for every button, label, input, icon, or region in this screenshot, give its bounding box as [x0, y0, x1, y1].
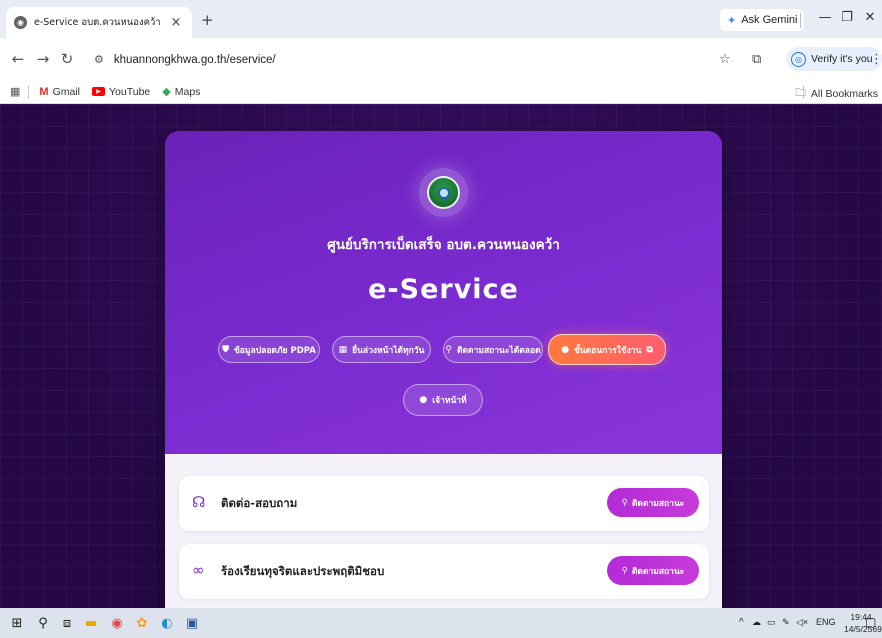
browser-toolbar: ← → ↻ ⚙ khuannongkhwa.go.th/eservice/ ☆ …	[0, 38, 882, 80]
photos-icon[interactable]: ✿	[133, 614, 151, 632]
chrome-icon[interactable]: ◉	[108, 614, 126, 632]
bookmark-gmail[interactable]: M Gmail	[39, 86, 80, 98]
browser-tab-bar: ◉ e-Service อบต.ควนหนองคว้า × + ✦ Ask Ge…	[0, 0, 882, 38]
youtube-icon: ▶	[92, 87, 105, 96]
address-bar[interactable]: ⚙ khuannongkhwa.go.th/eservice/	[84, 46, 724, 73]
external-link-icon: ⧉	[646, 344, 653, 355]
org-name: ศูนย์บริการเบ็ดเสร็จ อบต.ควนหนองคว้า	[327, 237, 560, 253]
all-bookmarks-label: All Bookmarks	[810, 88, 878, 100]
binoculars-icon: ∞	[192, 561, 205, 579]
separator	[800, 13, 801, 28]
org-seal-icon	[427, 176, 460, 209]
button-label: ติดตามสถานะ	[631, 498, 685, 509]
service-label: ร้องเรียนทุจริตและประพฤติมิชอบ	[221, 564, 385, 578]
service-list: ☊ ติดต่อ-สอบถาม ⚲ ติดตามสถานะ ∞ ร้องเรีย…	[165, 454, 722, 608]
ask-gemini-button[interactable]: ✦ Ask Gemini	[720, 9, 805, 31]
tab-title: e-Service อบต.ควนหนองคว้า	[34, 17, 161, 28]
menu-icon[interactable]: ⋮	[870, 52, 882, 67]
verify-label: Verify it's you	[811, 53, 873, 65]
file-explorer-icon[interactable]: ▬	[82, 614, 100, 632]
search-icon: ⚲	[621, 565, 628, 576]
minimize-icon[interactable]: —	[816, 10, 834, 25]
track-status-button[interactable]: ⚲ ติดตามสถานะ	[607, 488, 699, 517]
word-icon[interactable]: ▣	[183, 614, 201, 632]
chevron-up-icon[interactable]: ^	[739, 617, 744, 628]
page-viewport: ศูนย์บริการเบ็ดเสร็จ อบต.ควนหนองคว้า e-S…	[0, 104, 882, 608]
network-icon[interactable]: ▭	[767, 617, 776, 628]
restore-icon[interactable]: ❐	[838, 10, 856, 25]
windows-taskbar: ⊞ ⚲ ⧈ ▬ ◉ ✿ ◐ ▣ ^ ☁ ▭ ✎ ◁× ENG 19:44 14/…	[0, 608, 882, 638]
pill-label: ข้อมูลปลอดภัย PDPA	[233, 345, 316, 356]
list-item-complaint[interactable]: ∞ ร้องเรียนทุจริตและประพฤติมิชอบ ⚲ ติดตา…	[179, 544, 709, 599]
bookmark-maps[interactable]: ◆ Maps	[162, 85, 201, 99]
officer-login-button[interactable]: ● เจ้าหน้าที่	[403, 384, 483, 416]
calendar-icon: ▦	[338, 344, 348, 355]
close-window-icon[interactable]: ✕	[861, 10, 879, 25]
profile-icon: ◎	[791, 51, 806, 67]
back-icon[interactable]: ←	[9, 50, 27, 68]
new-tab-button[interactable]: +	[201, 11, 214, 29]
hero-section: ศูนย์บริการเบ็ดเสร็จ อบต.ควนหนองคว้า e-S…	[165, 131, 722, 454]
org-logo	[419, 168, 468, 217]
advance-submit-badge: ▦ ยื่นล่วงหน้าได้ทุกวัน	[332, 336, 431, 363]
bookmark-label: Gmail	[52, 85, 80, 98]
shield-icon: ⛊	[222, 344, 229, 355]
verify-button[interactable]: ◎ Verify it's you	[786, 47, 882, 71]
site-info-icon[interactable]: ⚙	[94, 53, 104, 66]
browser-tab[interactable]: ◉ e-Service อบต.ควนหนองคว้า ×	[6, 7, 192, 38]
separator	[28, 84, 30, 99]
bookmark-youtube[interactable]: ▶ YouTube	[92, 86, 150, 98]
play-icon: ●	[561, 344, 570, 355]
forward-icon[interactable]: →	[34, 50, 52, 68]
onedrive-icon[interactable]: ☁	[752, 617, 761, 628]
task-view-icon[interactable]: ⧈	[58, 614, 76, 632]
track-status-button[interactable]: ⚲ ติดตามสถานะ	[607, 556, 699, 585]
ask-gemini-label: Ask Gemini	[741, 14, 798, 26]
tracking-badge: ⚲ ติดตามสถานะได้ตลอด	[443, 336, 543, 363]
button-label: ติดตามสถานะ	[631, 566, 685, 577]
page-title: e-Service	[368, 274, 519, 305]
eservice-card: ศูนย์บริการเบ็ดเสร็จ อบต.ควนหนองคว้า e-S…	[165, 131, 722, 608]
globe-icon: ◉	[14, 16, 27, 29]
notifications-icon[interactable]: ▢	[865, 615, 876, 629]
gmail-icon: M	[39, 85, 49, 98]
gemini-sparkle-icon: ✦	[727, 14, 737, 27]
user-icon: ●	[419, 395, 428, 405]
bookmark-label: YouTube	[109, 85, 151, 98]
pdpa-badge: ⛊ ข้อมูลปลอดภัย PDPA	[218, 336, 320, 363]
bookmark-star-icon[interactable]: ☆	[719, 52, 731, 67]
lens-icon[interactable]: ⧉	[752, 52, 761, 67]
url-text: khuannongkhwa.go.th/eservice/	[113, 53, 276, 66]
list-item-contact[interactable]: ☊ ติดต่อ-สอบถาม ⚲ ติดตามสถานะ	[179, 476, 709, 531]
bookmark-label: Maps	[174, 85, 201, 98]
search-icon: ⚲	[621, 497, 628, 508]
language-indicator[interactable]: ENG	[816, 617, 836, 627]
search-icon[interactable]: ⚲	[34, 614, 52, 632]
pill-label: ติดตามสถานะได้ตลอด	[457, 345, 541, 356]
headset-icon: ☊	[192, 493, 206, 511]
officer-label: เจ้าหน้าที่	[432, 396, 467, 406]
apps-icon[interactable]: ▦	[10, 85, 20, 98]
search-icon: ⚲	[445, 344, 453, 355]
bookmarks-bar: ▦ M Gmail ▶ YouTube ◆ Maps 🗀 All Bookmar…	[0, 80, 882, 104]
pill-label: ยื่นล่วงหน้าได้ทุกวัน	[352, 345, 425, 356]
volume-icon[interactable]: ◁×	[796, 617, 808, 628]
pill-label: ขั้นตอนการใช้งาน	[574, 345, 642, 356]
pen-icon[interactable]: ✎	[782, 617, 790, 628]
all-bookmarks-button[interactable]: 🗀 All Bookmarks	[795, 85, 878, 103]
reload-icon[interactable]: ↻	[58, 50, 76, 68]
close-tab-icon[interactable]: ×	[168, 15, 184, 30]
service-label: ติดต่อ-สอบถาม	[221, 496, 298, 510]
edge-icon[interactable]: ◐	[158, 614, 176, 632]
folder-icon: 🗀	[795, 87, 806, 99]
maps-icon: ◆	[162, 86, 171, 98]
windows-start-icon[interactable]: ⊞	[8, 614, 26, 632]
how-to-use-button[interactable]: ● ขั้นตอนการใช้งาน ⧉	[548, 334, 666, 365]
